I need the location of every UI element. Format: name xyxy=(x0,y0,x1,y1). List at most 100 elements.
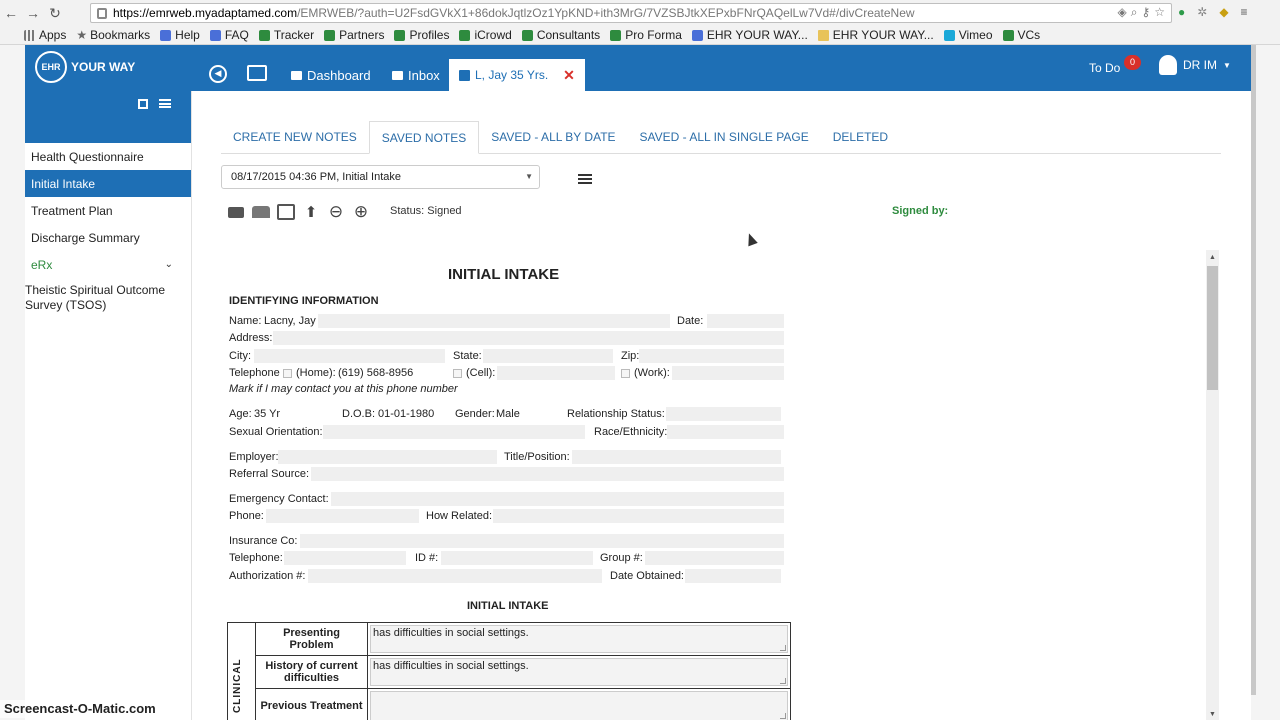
nav-dashboard[interactable]: Dashboard xyxy=(291,68,371,83)
date-obtained-field[interactable] xyxy=(685,569,781,583)
note-select[interactable]: 08/17/2015 04:36 PM, Initial Intake ▼ xyxy=(221,165,540,189)
print-icon[interactable] xyxy=(227,203,245,221)
address-bar[interactable]: https://emrweb.myadaptamed.com/EMRWEB/?a… xyxy=(90,3,1172,23)
shield-icon[interactable]: ◈ xyxy=(1117,5,1126,20)
extension-icon[interactable]: ✲ xyxy=(1197,5,1207,19)
extension-icon[interactable]: ● xyxy=(1178,5,1185,19)
page-scrollbar[interactable] xyxy=(1251,45,1256,695)
presenting-problem-textarea[interactable]: has difficulties in social settings. xyxy=(370,625,788,653)
reload-icon[interactable]: ↻ xyxy=(44,5,66,22)
comment-icon[interactable] xyxy=(277,203,295,221)
bookmark-item[interactable]: Tracker xyxy=(258,28,314,42)
url-host: https://emrweb.myadaptamed.com xyxy=(113,6,298,20)
tab-deleted[interactable]: DELETED xyxy=(821,121,900,153)
sidebar-item-erx[interactable]: eRx ⌄ xyxy=(25,251,191,278)
sidebar-item-treatment-plan[interactable]: Treatment Plan xyxy=(25,197,191,224)
scroll-up-icon[interactable]: ▲ xyxy=(1209,254,1216,261)
state-field[interactable] xyxy=(483,349,613,363)
page-scrollbar-thumb[interactable] xyxy=(1251,45,1256,695)
document-scrollbar[interactable]: ▲ ▼ xyxy=(1206,250,1219,720)
bookmark-item[interactable]: Help xyxy=(160,28,200,42)
scroll-down-icon[interactable]: ▼ xyxy=(1209,711,1216,718)
user-menu[interactable]: DR IM ▼ xyxy=(1159,55,1231,75)
presenting-problem-label: Presenting Problem xyxy=(256,623,368,655)
bookmark-item[interactable]: iCrowd xyxy=(459,28,512,42)
name-field[interactable] xyxy=(318,314,670,328)
hamburger-menu-icon[interactable] xyxy=(578,174,592,184)
orientation-field[interactable] xyxy=(323,425,585,439)
sidebar-item-health-questionnaire[interactable]: Health Questionnaire xyxy=(25,143,191,170)
cell-phone-field[interactable] xyxy=(497,366,615,380)
star-icon[interactable]: ☆ xyxy=(1154,5,1165,20)
insurance-field[interactable] xyxy=(300,534,784,548)
logo[interactable]: EHR YOUR WAY xyxy=(35,51,135,83)
title-position-field[interactable] xyxy=(572,450,781,464)
bookmark-item[interactable]: Partners xyxy=(324,28,384,42)
extension-icon[interactable]: ◆ xyxy=(1219,5,1228,19)
history-textarea[interactable]: has difficulties in social settings. xyxy=(370,658,788,686)
tab-saved-notes[interactable]: SAVED NOTES xyxy=(368,121,480,154)
zip-field[interactable] xyxy=(639,349,784,363)
note-toolbar xyxy=(227,203,370,221)
back-icon[interactable]: ← xyxy=(0,5,22,21)
nav-inbox[interactable]: Inbox xyxy=(392,68,440,83)
group-field[interactable] xyxy=(645,551,784,565)
referral-field[interactable] xyxy=(311,467,784,481)
bookmark-item[interactable]: Pro Forma xyxy=(610,28,682,42)
zoom-in-icon[interactable] xyxy=(352,203,370,221)
work-phone-field[interactable] xyxy=(672,366,784,380)
sidebar-item-discharge-summary[interactable]: Discharge Summary xyxy=(25,224,191,251)
bookmark-item[interactable]: Vimeo xyxy=(943,28,993,42)
race-field[interactable] xyxy=(667,425,784,439)
tab-saved-all-by-date[interactable]: SAVED - ALL BY DATE xyxy=(479,121,627,153)
bookmark-item[interactable]: FAQ xyxy=(209,28,249,42)
employer-field[interactable] xyxy=(278,450,497,464)
close-icon[interactable]: ✕ xyxy=(563,67,575,84)
sidebar-item-label: Theistic Spiritual Outcome Survey (TSOS) xyxy=(25,283,166,312)
phone-field[interactable] xyxy=(266,509,419,523)
search-icon[interactable]: ⌕ xyxy=(1131,5,1138,20)
menu-icon[interactable]: ≡ xyxy=(1241,5,1248,19)
bookmark-item[interactable]: VCs xyxy=(1002,28,1040,42)
patient-tab[interactable]: L, Jay 35 Yrs. ✕ xyxy=(449,59,585,91)
bookmark-item[interactable]: Apps xyxy=(24,28,66,42)
bookmark-item[interactable]: Profiles xyxy=(394,28,449,42)
date-field[interactable] xyxy=(707,314,784,328)
age-value: 35 Yr xyxy=(254,408,281,420)
home-contact-checkbox[interactable] xyxy=(283,369,292,378)
relationship-field[interactable] xyxy=(666,407,781,421)
bookmark-item[interactable]: ★ Bookmarks xyxy=(76,28,150,42)
work-contact-checkbox[interactable] xyxy=(621,369,630,378)
sidebar-item-theistic-spiritual-outcome-survey-tsos[interactable]: Theistic Spiritual Outcome Survey (TSOS) xyxy=(25,278,191,319)
id-field[interactable] xyxy=(441,551,593,565)
tab-create-new-notes[interactable]: CREATE NEW NOTES xyxy=(221,121,369,153)
city-field[interactable] xyxy=(254,349,445,363)
sidebar-item-label: Treatment Plan xyxy=(31,203,113,218)
emergency-field[interactable] xyxy=(331,492,784,506)
sidebar-item-initial-intake[interactable]: Initial Intake xyxy=(25,170,191,197)
bookmark-item[interactable]: Consultants xyxy=(521,28,600,42)
work-label: (Work): xyxy=(634,367,670,379)
contact-note-text: Mark if I may contact you at this phone … xyxy=(229,383,458,395)
bookmark-item[interactable]: EHR YOUR WAY... xyxy=(691,28,808,42)
ins-telephone-field[interactable] xyxy=(284,551,406,565)
zoom-out-icon[interactable] xyxy=(327,203,345,221)
fax-icon[interactable] xyxy=(252,203,270,221)
upload-icon[interactable] xyxy=(302,203,320,221)
back-circle-icon[interactable]: ◀ xyxy=(209,65,227,83)
how-related-field[interactable] xyxy=(493,509,784,523)
key-icon[interactable]: ⚷ xyxy=(1141,5,1150,20)
document-scrollbar-thumb[interactable] xyxy=(1207,266,1218,390)
id-card-icon[interactable] xyxy=(247,65,267,81)
address-field[interactable] xyxy=(273,331,784,345)
green-bookmark-icon xyxy=(459,29,471,41)
authorization-field[interactable] xyxy=(308,569,602,583)
todo-link[interactable]: To Do xyxy=(1089,61,1120,75)
tab-saved-all-in-single-page[interactable]: SAVED - ALL IN SINGLE PAGE xyxy=(628,121,821,153)
previous-treatment-textarea[interactable] xyxy=(370,691,788,720)
forward-icon[interactable]: → xyxy=(22,5,44,21)
cell-contact-checkbox[interactable] xyxy=(453,369,462,378)
bookmark-item[interactable]: EHR YOUR WAY... xyxy=(817,28,934,42)
popout-icon[interactable] xyxy=(138,99,148,109)
menu-icon[interactable] xyxy=(159,99,171,108)
